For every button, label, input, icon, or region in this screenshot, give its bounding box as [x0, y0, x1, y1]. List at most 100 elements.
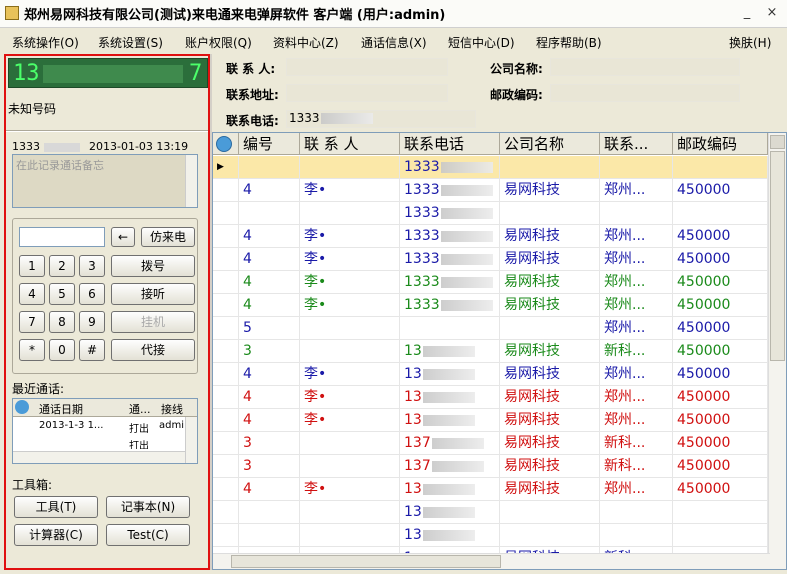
- row-selector[interactable]: [213, 409, 239, 432]
- row-selector[interactable]: [213, 179, 239, 202]
- contact-field[interactable]: [286, 58, 448, 76]
- key-1[interactable]: 1: [19, 255, 45, 277]
- dial-button[interactable]: 拨号: [111, 255, 195, 277]
- number-input[interactable]: [19, 227, 105, 247]
- recent-vscrollbar[interactable]: [185, 417, 197, 463]
- row-selector[interactable]: [213, 501, 239, 524]
- calculator-button[interactable]: 计算器(C): [14, 524, 98, 546]
- recent-hscrollbar[interactable]: [13, 451, 185, 463]
- cell-contact: 李•: [300, 179, 400, 202]
- row-selector[interactable]: [213, 202, 239, 225]
- company-field[interactable]: [550, 58, 740, 76]
- close-icon[interactable]: ×: [763, 4, 781, 22]
- key-2[interactable]: 2: [49, 255, 75, 277]
- row-selector[interactable]: [213, 340, 239, 363]
- scroll-thumb[interactable]: [770, 151, 785, 361]
- table-row[interactable]: 4 李• 1333 易网科技 郑州... 450000: [213, 271, 768, 294]
- row-pointer-icon[interactable]: ▶: [213, 156, 239, 179]
- table-row[interactable]: 4 李• 13 易网科技 郑州... 450000: [213, 409, 768, 432]
- table-row[interactable]: 2013-1-3 1... 打出 admi: [13, 419, 185, 435]
- col-address[interactable]: 联系...: [600, 133, 673, 155]
- minimize-icon[interactable]: _: [738, 4, 756, 22]
- scroll-thumb[interactable]: [231, 555, 501, 568]
- row-selector[interactable]: [213, 248, 239, 271]
- key-9[interactable]: 9: [79, 311, 105, 333]
- fake-call-button[interactable]: 仿来电: [141, 227, 195, 247]
- row-selector[interactable]: [213, 524, 239, 547]
- menu-data-center[interactable]: 资料中心(Z): [273, 34, 339, 51]
- table-row[interactable]: 13: [213, 524, 768, 547]
- cell-address: 郑州...: [600, 478, 673, 501]
- menu-sms-center[interactable]: 短信中心(D): [448, 34, 515, 51]
- row-selector[interactable]: [213, 294, 239, 317]
- col-id[interactable]: 编号: [239, 133, 300, 155]
- test-button[interactable]: Test(C): [106, 524, 190, 546]
- key-4[interactable]: 4: [19, 283, 45, 305]
- memo-textarea[interactable]: 在此记录通话备忘: [12, 154, 198, 208]
- backspace-button[interactable]: ←: [111, 227, 135, 247]
- table-row[interactable]: 4 李• 1333 易网科技 郑州... 450000: [213, 248, 768, 271]
- key-5[interactable]: 5: [49, 283, 75, 305]
- recent-operator: admi: [159, 420, 184, 431]
- table-row[interactable]: 4 李• 13 易网科技 郑州... 450000: [213, 386, 768, 409]
- menu-call-info[interactable]: 通话信息(X): [361, 34, 427, 51]
- table-row[interactable]: 4 李• 1333 易网科技 郑州... 450000: [213, 294, 768, 317]
- col-call-type[interactable]: 通...: [129, 401, 151, 417]
- hangup-button[interactable]: 挂机: [111, 311, 195, 333]
- col-phone[interactable]: 联系电话: [400, 133, 500, 155]
- menu-account-permissions[interactable]: 账户权限(Q): [185, 34, 252, 51]
- col-company[interactable]: 公司名称: [500, 133, 600, 155]
- table-row[interactable]: 3 13 易网科技 新科... 450000: [213, 340, 768, 363]
- table-row[interactable]: 打出: [13, 437, 185, 449]
- table-row[interactable]: 13: [213, 501, 768, 524]
- key-hash[interactable]: #: [79, 339, 105, 361]
- key-8[interactable]: 8: [49, 311, 75, 333]
- cell-postcode: 450000: [673, 225, 768, 248]
- cell-contact: 李•: [300, 225, 400, 248]
- table-row[interactable]: 4 李• 13 易网科技 郑州... 450000: [213, 478, 768, 501]
- menu-skin[interactable]: 换肤(H): [729, 34, 771, 51]
- row-selector[interactable]: [213, 363, 239, 386]
- col-postcode[interactable]: 邮政编码: [673, 133, 768, 155]
- key-6[interactable]: 6: [79, 283, 105, 305]
- key-3[interactable]: 3: [79, 255, 105, 277]
- postcode-field[interactable]: [550, 84, 740, 102]
- row-selector[interactable]: [213, 455, 239, 478]
- menu-system-settings[interactable]: 系统设置(S): [98, 34, 163, 51]
- notepad-button[interactable]: 记事本(N): [106, 496, 190, 518]
- menu-system-operation[interactable]: 系统操作(O): [12, 34, 79, 51]
- row-selector[interactable]: [213, 271, 239, 294]
- grid-vscrollbar[interactable]: [768, 133, 786, 569]
- row-selector[interactable]: [213, 225, 239, 248]
- col-call-date[interactable]: 通话日期: [39, 401, 83, 417]
- key-star[interactable]: *: [19, 339, 45, 361]
- table-row[interactable]: 1333: [213, 202, 768, 225]
- key-7[interactable]: 7: [19, 311, 45, 333]
- cell-id: 3: [239, 432, 300, 455]
- table-row[interactable]: 5 郑州... 450000: [213, 317, 768, 340]
- cell-postcode: [673, 501, 768, 524]
- table-row[interactable]: 4 李• 13 易网科技 郑州... 450000: [213, 363, 768, 386]
- tool-button[interactable]: 工具(T): [14, 496, 98, 518]
- row-selector[interactable]: [213, 317, 239, 340]
- row-selector[interactable]: [213, 386, 239, 409]
- table-row[interactable]: 3 137 易网科技 新科... 450000: [213, 455, 768, 478]
- address-field[interactable]: [286, 84, 448, 102]
- key-0[interactable]: 0: [49, 339, 75, 361]
- phone-field[interactable]: 1333: [286, 110, 476, 128]
- grid-hscrollbar[interactable]: [213, 553, 770, 569]
- pickup-button[interactable]: 代接: [111, 339, 195, 361]
- row-selector[interactable]: [213, 432, 239, 455]
- answer-button[interactable]: 接听: [111, 283, 195, 305]
- table-row[interactable]: 3 137 易网科技 新科... 450000: [213, 432, 768, 455]
- col-contact[interactable]: 联 系 人: [300, 133, 400, 155]
- col-operator[interactable]: 接线: [161, 401, 183, 417]
- cell-id: 4: [239, 294, 300, 317]
- table-row[interactable]: 4 李• 1333 易网科技 郑州... 450000: [213, 179, 768, 202]
- menu-help[interactable]: 程序帮助(B): [536, 34, 602, 51]
- table-row[interactable]: ▶ 1333: [213, 156, 768, 179]
- table-row[interactable]: 4 李• 1333 易网科技 郑州... 450000: [213, 225, 768, 248]
- cell-postcode: [673, 156, 768, 179]
- memo-scrollbar[interactable]: [185, 155, 197, 207]
- row-selector[interactable]: [213, 478, 239, 501]
